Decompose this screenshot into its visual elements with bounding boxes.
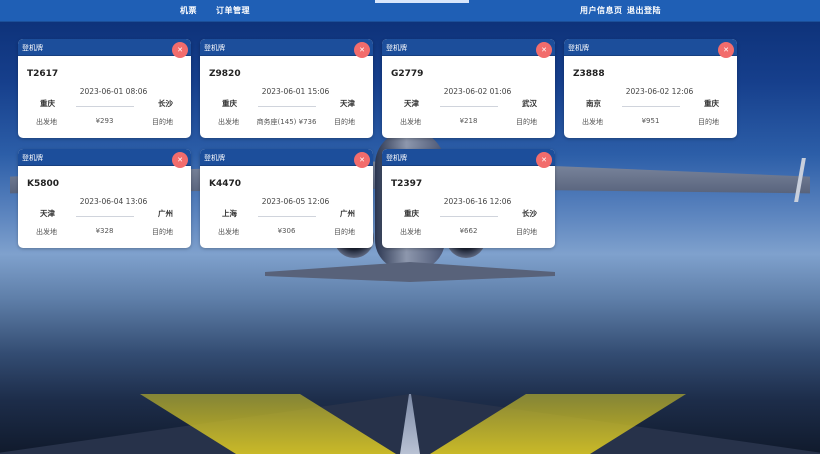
departure-time: 2023-06-05 12:06 [261,197,330,206]
ticket-card: 登机牌 ✕ K5800 2023-06-04 13:06 天津 广州 出发地 ¥… [18,149,191,248]
origin-city: 上海 [222,209,237,218]
origin-city: 南京 [586,99,601,108]
origin-city: 重庆 [222,99,237,108]
destination-label: 目的地 [334,118,355,126]
card-header: 登机牌 ✕ [18,149,191,168]
card-header: 登机牌 ✕ [382,149,555,168]
departure-time: 2023-06-01 15:06 [261,87,330,96]
flight-number: Z9820 [209,69,241,79]
ticket-card: 登机牌 ✕ T2617 2023-06-01 08:06 重庆 长沙 出发地 ¥… [18,39,191,138]
card-header: 登机牌 ✕ [564,39,737,58]
flight-number: Z3888 [573,69,605,79]
delete-button[interactable]: ✕ [354,152,370,168]
card-header: 登机牌 ✕ [200,39,373,58]
ticket-card: 登机牌 ✕ G2779 2023-06-02 01:06 天津 武汉 出发地 ¥… [382,39,555,138]
ticket-card: 登机牌 ✕ K4470 2023-06-05 12:06 上海 广州 出发地 ¥… [200,149,373,248]
destination-label: 目的地 [334,228,355,236]
flight-number: K5800 [27,179,60,189]
departure-time: 2023-06-16 12:06 [443,197,512,206]
route-divider [440,106,498,107]
delete-button[interactable]: ✕ [172,42,188,58]
card-header: 登机牌 ✕ [382,39,555,58]
delete-button[interactable]: ✕ [536,42,552,58]
origin-city: 天津 [404,99,419,108]
flight-number: T2397 [391,179,423,189]
destination-label: 目的地 [152,118,173,126]
delete-button[interactable]: ✕ [172,152,188,168]
route-divider [76,216,134,217]
card-title: 登机牌 [386,154,407,162]
card-title: 登机牌 [22,44,43,52]
origin-city: 天津 [40,209,55,218]
ticket-card-grid: 登机牌 ✕ T2617 2023-06-01 08:06 重庆 长沙 出发地 ¥… [0,0,820,454]
departure-time: 2023-06-04 13:06 [79,197,148,206]
destination-city: 重庆 [704,99,719,108]
route-divider [258,106,316,107]
route-divider [76,106,134,107]
ticket-card: 登机牌 ✕ T2397 2023-06-16 12:06 重庆 长沙 出发地 ¥… [382,149,555,248]
destination-city: 广州 [340,209,355,218]
route-divider [622,106,680,107]
destination-label: 目的地 [516,118,537,126]
destination-label: 目的地 [698,118,719,126]
card-title: 登机牌 [204,44,225,52]
card-title: 登机牌 [22,154,43,162]
destination-city: 广州 [158,209,173,218]
origin-city: 重庆 [404,209,419,218]
departure-time: 2023-06-02 01:06 [443,87,512,96]
card-title: 登机牌 [386,44,407,52]
delete-button[interactable]: ✕ [354,42,370,58]
departure-time: 2023-06-01 08:06 [79,87,148,96]
departure-time: 2023-06-02 12:06 [625,87,694,96]
card-header: 登机牌 ✕ [200,149,373,168]
route-divider [440,216,498,217]
card-title: 登机牌 [204,154,225,162]
destination-city: 长沙 [158,99,173,108]
flight-number: G2779 [391,69,424,79]
card-header: 登机牌 ✕ [18,39,191,58]
delete-button[interactable]: ✕ [536,152,552,168]
destination-label: 目的地 [152,228,173,236]
card-title: 登机牌 [568,44,589,52]
flight-number: T2617 [27,69,59,79]
destination-label: 目的地 [516,228,537,236]
destination-city: 天津 [340,99,355,108]
destination-city: 长沙 [522,209,537,218]
ticket-card: 登机牌 ✕ Z9820 2023-06-01 15:06 重庆 天津 出发地 商… [200,39,373,138]
delete-button[interactable]: ✕ [718,42,734,58]
route-divider [258,216,316,217]
ticket-card: 登机牌 ✕ Z3888 2023-06-02 12:06 南京 重庆 出发地 ¥… [564,39,737,138]
origin-city: 重庆 [40,99,55,108]
flight-number: K4470 [209,179,242,189]
destination-city: 武汉 [522,99,537,108]
